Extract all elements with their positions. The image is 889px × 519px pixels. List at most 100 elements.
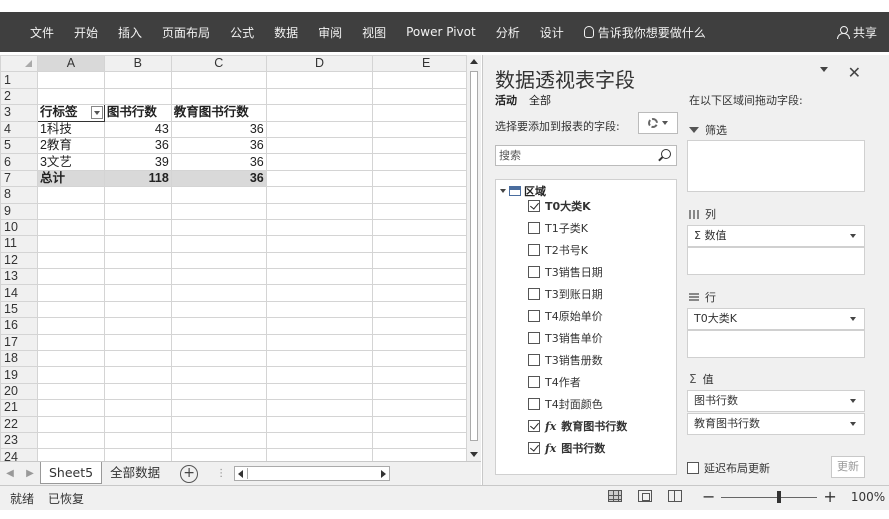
cell[interactable] xyxy=(372,71,480,89)
field-checkbox[interactable] xyxy=(528,442,540,454)
cell[interactable] xyxy=(103,218,172,237)
field-checkbox[interactable] xyxy=(528,310,540,322)
cell[interactable] xyxy=(103,87,172,106)
scroll-thumb[interactable] xyxy=(470,71,478,441)
cell[interactable] xyxy=(265,382,374,401)
row-header[interactable]: 23 xyxy=(0,431,38,450)
cell[interactable] xyxy=(372,415,480,433)
field-item[interactable]: T4原始单价 xyxy=(528,308,603,324)
values-field-item[interactable]: 教育图书行数 xyxy=(687,413,865,435)
cell[interactable] xyxy=(36,235,105,253)
cell[interactable] xyxy=(265,136,374,155)
cell[interactable] xyxy=(170,71,267,89)
values-field-item[interactable]: 图书行数 xyxy=(687,390,865,412)
cell[interactable] xyxy=(36,415,105,433)
defer-layout-update[interactable]: 延迟布局更新 xyxy=(687,460,770,476)
cell[interactable] xyxy=(265,120,374,138)
cell[interactable] xyxy=(36,284,105,302)
cell[interactable] xyxy=(372,120,480,138)
horizontal-scrollbar[interactable] xyxy=(234,466,391,481)
cell[interactable] xyxy=(103,317,172,335)
chevron-down-icon[interactable] xyxy=(850,234,856,238)
zoom-slider-knob[interactable] xyxy=(777,490,782,503)
cell[interactable] xyxy=(36,366,105,384)
field-item[interactable]: T2书号K xyxy=(528,242,588,258)
tab-data[interactable]: 数据 xyxy=(274,24,298,41)
row-header[interactable]: 6 xyxy=(0,153,38,171)
cell[interactable] xyxy=(170,399,267,417)
row-header[interactable]: 13 xyxy=(0,268,38,286)
column-header-c[interactable]: C xyxy=(170,55,267,73)
cell[interactable] xyxy=(170,284,267,302)
field-item[interactable]: T3销售册数 xyxy=(528,352,603,368)
cell[interactable] xyxy=(36,333,105,352)
column-header-a[interactable]: A xyxy=(36,55,105,73)
cell[interactable] xyxy=(170,87,267,106)
cell[interactable] xyxy=(265,153,374,171)
cell[interactable] xyxy=(265,350,374,368)
tab-power-pivot[interactable]: Power Pivot xyxy=(406,25,476,39)
cell[interactable] xyxy=(170,382,267,401)
cell[interactable] xyxy=(372,284,480,302)
field-checkbox[interactable] xyxy=(528,376,540,388)
cell[interactable] xyxy=(103,448,172,461)
cell[interactable] xyxy=(36,431,105,450)
cell[interactable] xyxy=(265,300,374,319)
pane-options-dropdown-icon[interactable] xyxy=(820,67,828,72)
field-checkbox[interactable] xyxy=(528,332,540,344)
cell[interactable] xyxy=(170,186,267,204)
cell[interactable] xyxy=(36,87,105,106)
pivot-row-label[interactable]: 2教育 xyxy=(36,136,105,155)
cell[interactable] xyxy=(36,71,105,89)
pivot-value-cell[interactable]: 36 xyxy=(170,120,267,138)
cell[interactable] xyxy=(103,415,172,433)
cell[interactable] xyxy=(265,448,374,461)
row-header[interactable]: 5 xyxy=(0,136,38,155)
field-item[interactable]: T4作者 xyxy=(528,374,581,390)
pivot-value-cell[interactable]: 39 xyxy=(103,153,172,171)
rows-drop-area[interactable] xyxy=(687,330,865,358)
cell[interactable] xyxy=(372,186,480,204)
row-header[interactable]: 24 xyxy=(0,448,38,461)
row-header[interactable]: 7 xyxy=(0,169,38,188)
share-button[interactable]: 共享 xyxy=(836,24,877,41)
cell[interactable] xyxy=(36,350,105,368)
cell[interactable] xyxy=(265,366,374,384)
cell[interactable] xyxy=(103,202,172,220)
row-header[interactable]: 17 xyxy=(0,333,38,352)
cell[interactable] xyxy=(265,169,374,188)
cell[interactable] xyxy=(103,431,172,450)
cell[interactable] xyxy=(170,350,267,368)
cell[interactable] xyxy=(372,431,480,450)
cell[interactable] xyxy=(103,268,172,286)
cell[interactable] xyxy=(372,300,480,319)
pivot-row-label[interactable]: 1科技 xyxy=(36,120,105,138)
tab-view[interactable]: 视图 xyxy=(362,24,386,41)
cell[interactable] xyxy=(170,218,267,237)
cell[interactable] xyxy=(372,235,480,253)
cell[interactable] xyxy=(170,431,267,450)
chevron-down-icon[interactable] xyxy=(850,422,856,426)
collapse-caret-icon[interactable] xyxy=(500,189,506,193)
update-button[interactable]: 更新 xyxy=(831,456,865,478)
tab-all[interactable]: 全部 xyxy=(529,92,551,108)
tab-analyze[interactable]: 分析 xyxy=(496,24,520,41)
zoom-out-icon[interactable]: − xyxy=(702,489,715,505)
layout-options-button[interactable] xyxy=(638,112,678,134)
vertical-scrollbar[interactable] xyxy=(466,55,481,461)
columns-field-values[interactable]: Σ 数值 xyxy=(687,225,865,247)
row-header[interactable]: 21 xyxy=(0,399,38,417)
pivot-row-label[interactable]: 3文艺 xyxy=(36,153,105,171)
cell[interactable] xyxy=(103,399,172,417)
cell[interactable] xyxy=(372,87,480,106)
sheet-tab-all-data[interactable]: 全部数据 xyxy=(102,462,168,484)
splitter-dots-icon[interactable]: ⋮ xyxy=(216,468,226,479)
pivot-value-cell[interactable]: 36 xyxy=(170,153,267,171)
cell[interactable] xyxy=(265,284,374,302)
cell[interactable] xyxy=(103,186,172,204)
cell[interactable] xyxy=(372,218,480,237)
cell[interactable] xyxy=(372,136,480,155)
scroll-track[interactable] xyxy=(247,468,377,479)
pivot-row-labels-header[interactable]: 行标签 xyxy=(36,104,105,122)
field-search-input[interactable]: 搜索 xyxy=(495,145,677,166)
